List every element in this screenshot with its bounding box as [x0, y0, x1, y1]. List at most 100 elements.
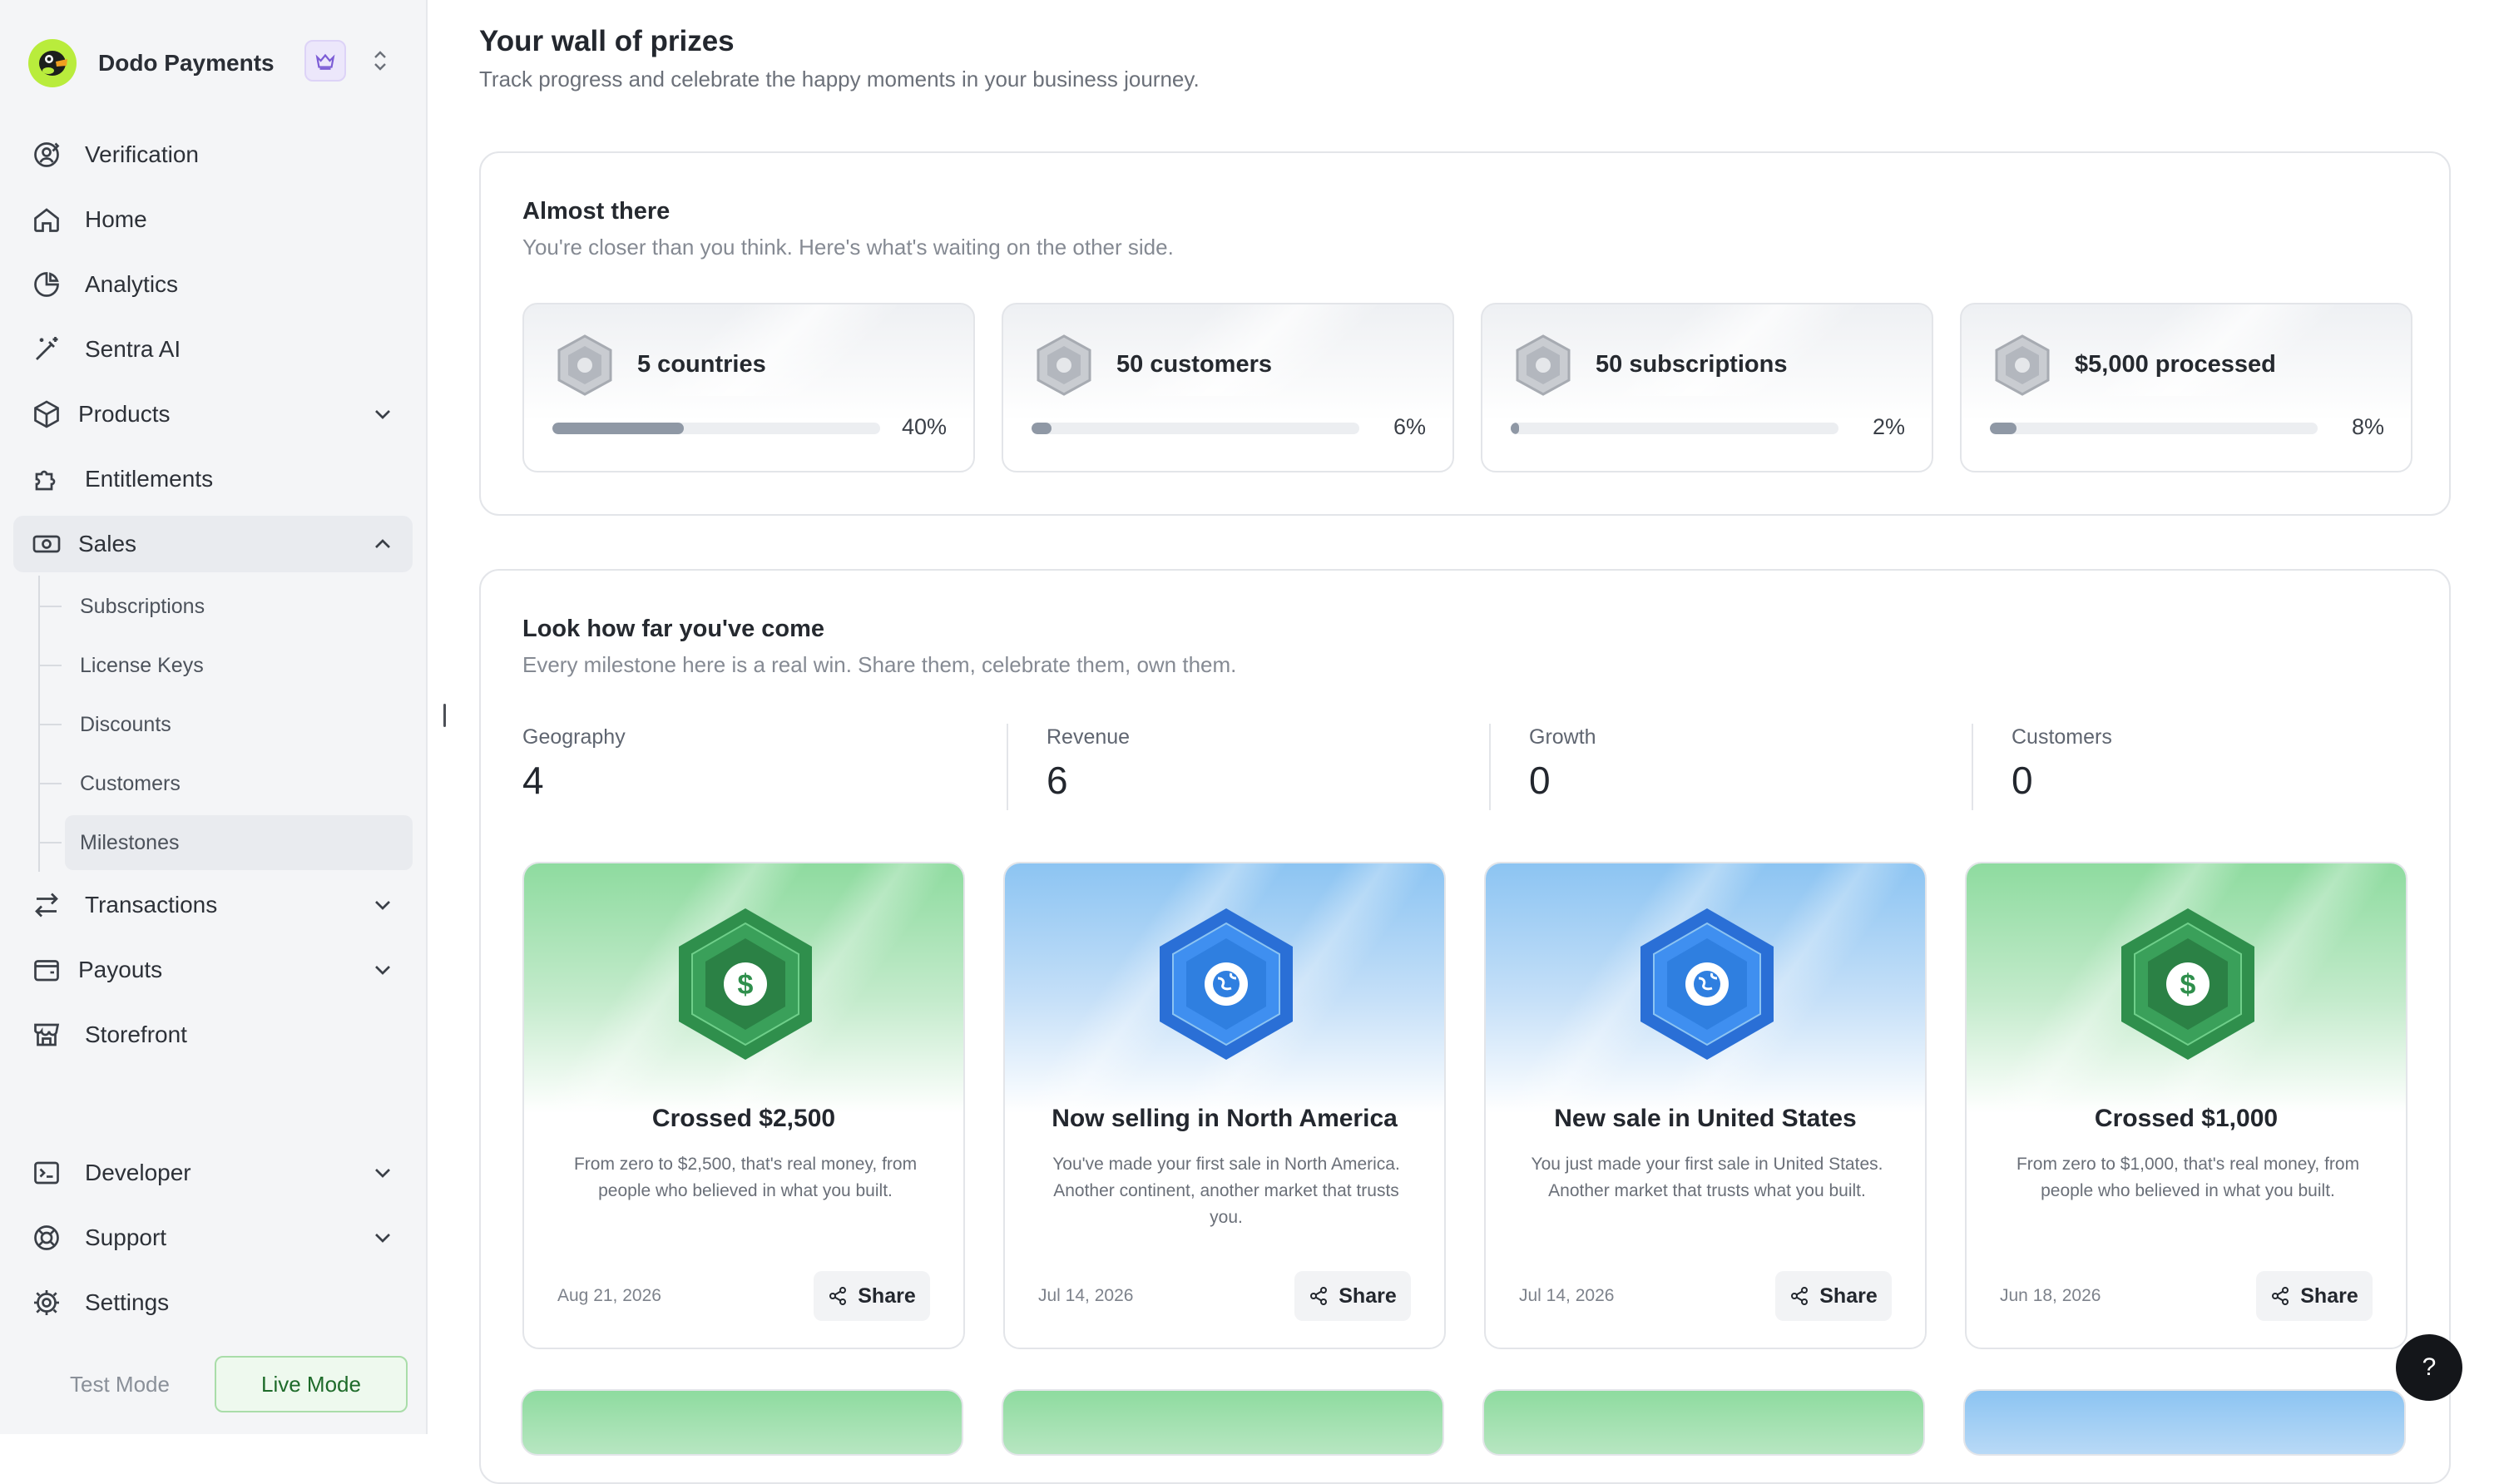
- chevron-down-icon: [375, 410, 390, 419]
- chevron-updown-icon[interactable]: [359, 40, 401, 82]
- nav-entitlements[interactable]: Entitlements: [13, 451, 413, 507]
- nav-payouts[interactable]: Payouts: [13, 942, 413, 998]
- milestone-card: Now selling in North America You've made …: [1003, 862, 1446, 1349]
- progress-bar: [552, 423, 880, 434]
- progress-bar: [1511, 423, 1838, 434]
- stat-customers: Customers 0: [2012, 725, 2112, 812]
- milestone-title: Crossed $1,000: [2094, 1105, 2279, 1132]
- milestone-title: Now selling in North America: [1052, 1105, 1398, 1132]
- section-title: Look how far you've come: [522, 616, 825, 642]
- milestone-card-peek: [1482, 1389, 1925, 1456]
- milestone-card-peek: [1002, 1389, 1444, 1456]
- nav-label: Sentra AI: [85, 336, 181, 362]
- progress-bar: [1990, 423, 2318, 434]
- nav-settings[interactable]: Settings: [13, 1274, 413, 1331]
- terminal-icon: [34, 1161, 59, 1185]
- share-label: Share: [1819, 1284, 1878, 1308]
- progress-label: 5 countries: [637, 351, 766, 378]
- section-subtitle: Every milestone here is a real win. Shar…: [522, 652, 1237, 677]
- subnav-label: Milestones: [80, 830, 180, 854]
- nav-verification[interactable]: Verification: [13, 126, 413, 183]
- verification-icon: [34, 142, 60, 167]
- nav-label: Settings: [85, 1289, 170, 1315]
- nav-label: Home: [85, 206, 147, 232]
- medal-icon: [1995, 334, 2050, 396]
- nav-storefront[interactable]: Storefront: [13, 1007, 413, 1063]
- nav-label: Analytics: [85, 271, 179, 297]
- progress-percent: 2%: [1872, 414, 1905, 439]
- workspace-switcher[interactable]: Dodo Payments: [28, 37, 275, 90]
- help-button[interactable]: ?: [2396, 1334, 2462, 1401]
- nav-transactions[interactable]: Transactions: [13, 877, 413, 933]
- globe-badge-icon: [1640, 908, 1774, 1060]
- subnav-license-keys[interactable]: License Keys: [40, 638, 413, 693]
- lifebuoy-icon: [34, 1225, 59, 1250]
- medal-icon: [1516, 334, 1571, 396]
- progress-percent: 6%: [1393, 414, 1426, 439]
- milestone-card: $ Crossed $2,500 From zero to $2,500, that…: [522, 862, 965, 1349]
- milestone-title: New sale in United States: [1554, 1105, 1857, 1132]
- nav-products[interactable]: Products: [13, 386, 413, 443]
- stat-revenue: Revenue 6: [1047, 725, 1130, 812]
- nav-label: Entitlements: [85, 466, 214, 492]
- nav-sentra-ai[interactable]: Sentra AI: [13, 321, 413, 378]
- share-button[interactable]: Share: [814, 1271, 930, 1321]
- store-icon: [34, 1023, 60, 1046]
- medal-icon: [557, 334, 612, 396]
- progress-label: $5,000 processed: [2075, 351, 2276, 378]
- sidebar: Dodo Payments Verification Home Analytic…: [0, 0, 428, 1434]
- milestone-card: $ Crossed $1,000 From zero to $1,000, that…: [1965, 862, 2407, 1349]
- subnav-milestones[interactable]: Milestones: [40, 815, 413, 870]
- analytics-icon: [34, 272, 59, 297]
- milestone-description: You've made your first sale in North Ame…: [1052, 1155, 1400, 1227]
- share-icon: [1791, 1287, 1809, 1305]
- nav-home[interactable]: Home: [13, 191, 413, 248]
- nav-label: Products: [78, 401, 171, 427]
- stat-label: Growth: [1529, 725, 1596, 749]
- milestone-title: Crossed $2,500: [651, 1105, 836, 1132]
- milestone-date: Jun 18, 2026: [2000, 1286, 2101, 1305]
- home-icon: [34, 208, 59, 232]
- subnav-subscriptions[interactable]: Subscriptions: [40, 579, 413, 634]
- stat-label: Revenue: [1047, 725, 1131, 749]
- chevron-up-icon: [375, 539, 390, 548]
- main-content: Your wall of prizes Track progress and c…: [428, 0, 2499, 1484]
- svg-text:$: $: [738, 969, 754, 1001]
- test-mode-button[interactable]: Test Mode: [25, 1356, 215, 1412]
- subnav-label: Customers: [80, 771, 181, 795]
- share-button[interactable]: Share: [1294, 1271, 1411, 1321]
- chevron-down-icon: [375, 1169, 390, 1178]
- stat-divider: [1489, 724, 1491, 810]
- nav-label: Sales: [78, 531, 137, 556]
- share-button[interactable]: Share: [2256, 1271, 2373, 1321]
- page-title: Your wall of prizes: [479, 25, 735, 57]
- progress-card: 5 countries 40%: [522, 303, 975, 472]
- subnav-discounts[interactable]: Discounts: [40, 697, 413, 752]
- share-label: Share: [2300, 1284, 2358, 1308]
- milestone-date: Aug 21, 2026: [557, 1286, 661, 1305]
- subnav-customers[interactable]: Customers: [40, 756, 413, 811]
- nav-developer[interactable]: Developer: [13, 1145, 413, 1201]
- chevron-down-icon: [375, 901, 390, 910]
- share-label: Share: [858, 1284, 916, 1308]
- share-icon: [829, 1287, 847, 1305]
- dollar-badge-icon: $: [679, 908, 812, 1060]
- section-title: Almost there: [522, 198, 671, 225]
- dollar-badge-icon: $: [2121, 908, 2254, 1060]
- subnav-label: Subscriptions: [80, 594, 205, 618]
- share-button[interactable]: Share: [1775, 1271, 1892, 1321]
- milestone-card: New sale in United States You just made y…: [1484, 862, 1927, 1349]
- nav-support[interactable]: Support: [13, 1209, 413, 1266]
- progress-card: $5,000 processed 8%: [1960, 303, 2412, 472]
- progress-label: 50 customers: [1116, 351, 1272, 378]
- gear-icon: [34, 1290, 59, 1315]
- achievements-panel: Look how far you've come Every milestone…: [479, 569, 2451, 1484]
- live-mode-button[interactable]: Live Mode: [215, 1356, 408, 1412]
- arrows-icon: [35, 893, 58, 918]
- nav-label: Support: [85, 1224, 167, 1250]
- stat-value: 0: [1529, 759, 1551, 802]
- nav-sales[interactable]: Sales: [13, 516, 413, 572]
- stat-label: Geography: [522, 725, 626, 749]
- nav-analytics[interactable]: Analytics: [13, 256, 413, 313]
- crown-icon[interactable]: [304, 40, 346, 82]
